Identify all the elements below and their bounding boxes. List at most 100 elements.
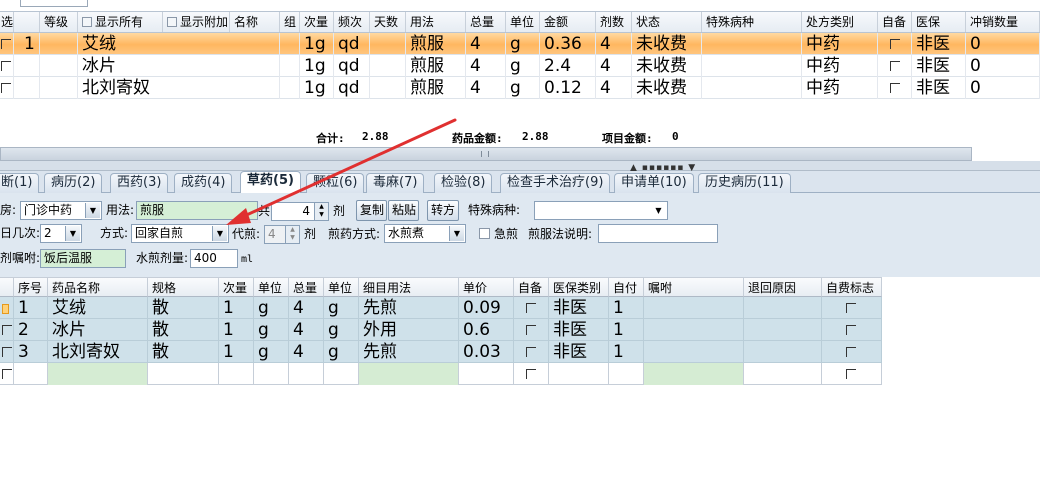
- bcol-unit[interactable]: 单位: [254, 277, 289, 297]
- decoct-note-field[interactable]: [598, 224, 718, 243]
- usage-field[interactable]: 煎服: [136, 201, 258, 220]
- cell-usage[interactable]: 外用: [359, 319, 459, 341]
- bcol-total[interactable]: 总量: [289, 277, 324, 297]
- col-rx-category[interactable]: 处方类别: [802, 12, 878, 32]
- cell-selfpay-flag-checkbox[interactable]: [822, 297, 882, 319]
- col-days[interactable]: 天数: [370, 12, 406, 32]
- col-status[interactable]: 状态: [632, 12, 702, 32]
- total-doses-stepper[interactable]: 4 ▲ ▼: [271, 202, 329, 221]
- top-grid-row[interactable]: 1 艾绒 1g qd 煎服 4 g 0.36 4 未收费 中药 非医 0: [0, 33, 1040, 55]
- cell-usage[interactable]: 先煎: [359, 297, 459, 319]
- convert-rx-button[interactable]: 转方: [427, 200, 459, 221]
- cell-drug-name[interactable]: 北刘寄奴: [48, 341, 148, 363]
- new-entry-row[interactable]: [0, 363, 882, 385]
- decoct-stepper[interactable]: 4 ▲ ▼: [264, 225, 300, 244]
- col-group[interactable]: 组: [280, 12, 300, 32]
- cell-usage-input[interactable]: [359, 363, 459, 385]
- table-row[interactable]: 1 艾绒 散 1 g 4 g 先煎 0.09 非医 1: [0, 297, 882, 319]
- show-all-toggle[interactable]: 显示所有: [78, 12, 163, 32]
- table-row[interactable]: 3 北刘寄奴 散 1 g 4 g 先煎 0.03 非医 1: [0, 341, 882, 363]
- bcol-return-reason[interactable]: 退回原因: [744, 277, 822, 297]
- chevron-down-icon[interactable]: ▼: [651, 203, 666, 218]
- tab-herbal-medicine[interactable]: 草药(5): [240, 171, 301, 194]
- bcol-no[interactable]: 序号: [14, 277, 48, 297]
- pharmacy-select[interactable]: 门诊中药 ▼: [20, 201, 102, 220]
- cell-selfpay-flag-checkbox[interactable]: [822, 319, 882, 341]
- special-disease-select[interactable]: ▼: [534, 201, 668, 220]
- col-count[interactable]: 剂数: [596, 12, 632, 32]
- spinner-arrows-icon[interactable]: ▲ ▼: [285, 226, 299, 243]
- col-dose[interactable]: 次量: [300, 12, 334, 32]
- cell-advice[interactable]: [644, 297, 744, 319]
- col-total[interactable]: 总量: [466, 12, 506, 32]
- row-checkbox[interactable]: [0, 55, 14, 77]
- col-usage[interactable]: 用法: [406, 12, 466, 32]
- cell-self-provided-checkbox[interactable]: [514, 363, 549, 385]
- col-unit[interactable]: 单位: [506, 12, 540, 32]
- urgent-decoct-checkbox[interactable]: [479, 228, 490, 239]
- bcol-selfpay[interactable]: 自付: [609, 277, 644, 297]
- cell-advice[interactable]: [644, 341, 744, 363]
- bcol-dose[interactable]: 次量: [219, 277, 254, 297]
- pane-splitter[interactable]: ▲ ▪▪▪▪▪▪ ▼: [0, 161, 1040, 173]
- cell-drug-name-input[interactable]: [48, 363, 148, 385]
- table-row[interactable]: 2 冰片 散 1 g 4 g 外用 0.6 非医 1: [0, 319, 882, 341]
- bcol-advice[interactable]: 嘱咐: [644, 277, 744, 297]
- advice-field[interactable]: 饭后温服: [40, 249, 126, 268]
- tab-patent-medicine[interactable]: 成药(4): [174, 173, 233, 193]
- show-all-checkbox[interactable]: [82, 17, 92, 27]
- decoct-method-select[interactable]: 水煎煮 ▼: [384, 224, 466, 243]
- tab-exam-surgery[interactable]: 检查手术治疗(9): [500, 173, 611, 193]
- cell-self-provided-checkbox[interactable]: [514, 341, 549, 363]
- col-insurance[interactable]: 医保: [912, 12, 966, 32]
- cell-self-provided-checkbox[interactable]: [514, 297, 549, 319]
- daily-times-select[interactable]: 2 ▼: [40, 224, 82, 243]
- cell-advice[interactable]: [644, 319, 744, 341]
- top-grid-row[interactable]: 冰片 1g qd 煎服 4 g 2.4 4 未收费 中药 非医 0: [0, 55, 1040, 77]
- paste-button[interactable]: 粘贴: [388, 200, 419, 221]
- horizontal-scrollbar[interactable]: [0, 147, 972, 161]
- cell-advice-input[interactable]: [644, 363, 744, 385]
- cell-dose[interactable]: [219, 363, 254, 385]
- show-extra-checkbox[interactable]: [167, 17, 177, 27]
- row-self-provided-checkbox[interactable]: [878, 77, 912, 99]
- cell-usage[interactable]: 先煎: [359, 341, 459, 363]
- cell-selfpay-flag-checkbox[interactable]: [822, 363, 882, 385]
- cell-drug-name[interactable]: 冰片: [48, 319, 148, 341]
- cell-dose[interactable]: 1: [219, 297, 254, 319]
- row-checkbox[interactable]: [0, 77, 14, 99]
- tab-lab-tests[interactable]: 检验(8): [434, 173, 493, 193]
- col-amount[interactable]: 金额: [540, 12, 596, 32]
- col-select[interactable]: 选: [0, 12, 14, 32]
- show-extra-toggle[interactable]: 显示附加: [163, 12, 230, 32]
- cell-drug-name[interactable]: 艾绒: [48, 297, 148, 319]
- cell-dose[interactable]: 1: [219, 319, 254, 341]
- chevron-down-icon[interactable]: ▼: [65, 226, 80, 241]
- cell-self-provided-checkbox[interactable]: [514, 319, 549, 341]
- cell-dose[interactable]: 1: [219, 341, 254, 363]
- copy-button[interactable]: 复制: [356, 200, 387, 221]
- scrollbar-grip-icon[interactable]: [481, 151, 489, 157]
- col-special-disease[interactable]: 特殊病种: [702, 12, 802, 32]
- col-writeoff[interactable]: 冲销数量: [966, 12, 1040, 32]
- tab-diagnosis[interactable]: 断(1): [0, 173, 40, 193]
- tab-history-records[interactable]: 历史病历(11): [698, 173, 791, 193]
- bcol-spec[interactable]: 规格: [148, 277, 219, 297]
- col-name[interactable]: 名称: [230, 12, 280, 32]
- top-cutoff-input[interactable]: [20, 0, 88, 7]
- tab-medical-record[interactable]: 病历(2): [44, 173, 103, 193]
- bcol-self-provided[interactable]: 自备: [514, 277, 549, 297]
- spinner-arrows-icon[interactable]: ▲ ▼: [314, 203, 328, 220]
- tab-granules[interactable]: 颗粒(6): [306, 173, 365, 193]
- top-grid-row[interactable]: 北刘寄奴 1g qd 煎服 4 g 0.12 4 未收费 中药 非医 0: [0, 77, 1040, 99]
- tab-narcotics[interactable]: 毒麻(7): [366, 173, 425, 193]
- tab-western-medicine[interactable]: 西药(3): [110, 173, 169, 193]
- tab-requests[interactable]: 申请单(10): [614, 173, 694, 193]
- water-dose-field[interactable]: 400: [190, 249, 238, 268]
- bcol-drug-name[interactable]: 药品名称: [48, 277, 148, 297]
- bcol-total-unit[interactable]: 单位: [324, 277, 359, 297]
- method-select[interactable]: 回家自煎 ▼: [131, 224, 229, 243]
- chevron-down-icon[interactable]: ▼: [212, 226, 227, 241]
- chevron-down-icon[interactable]: ▼: [85, 203, 100, 218]
- cell-selfpay-flag-checkbox[interactable]: [822, 341, 882, 363]
